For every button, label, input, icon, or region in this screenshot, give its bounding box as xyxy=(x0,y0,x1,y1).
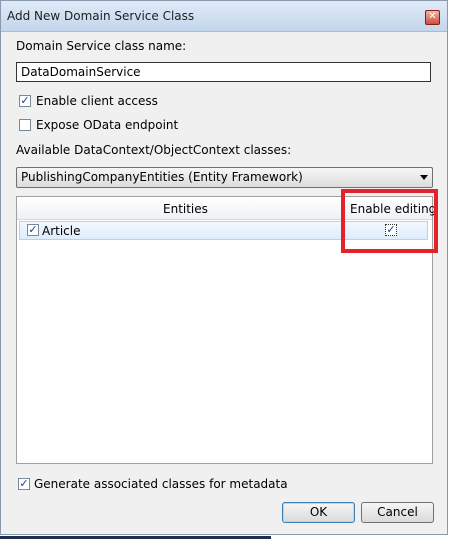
add-domain-service-dialog: Add New Domain Service Class ✕ Domain Se… xyxy=(0,0,448,535)
window-title: Add New Domain Service Class xyxy=(7,9,195,23)
close-icon[interactable]: ✕ xyxy=(425,10,440,25)
chevron-down-icon[interactable] xyxy=(420,175,428,180)
class-name-label: Domain Service class name: xyxy=(16,39,187,53)
enable-client-access-label: Enable client access xyxy=(36,94,158,108)
highlight-annotation xyxy=(341,189,438,253)
entity-include-checkbox[interactable]: ✓ xyxy=(27,224,39,236)
background-window-edge xyxy=(0,536,271,539)
enable-client-access-checkbox[interactable]: ✓ xyxy=(19,95,31,107)
generate-metadata-label: Generate associated classes for metadata xyxy=(34,477,288,491)
entity-name: Article xyxy=(42,224,81,238)
context-class-dropdown[interactable]: PublishingCompanyEntities (Entity Framew… xyxy=(16,167,433,188)
expose-odata-label: Expose OData endpoint xyxy=(36,118,179,132)
class-name-input[interactable]: DataDomainService xyxy=(16,62,431,82)
available-classes-label: Available DataContext/ObjectContext clas… xyxy=(16,143,292,157)
generate-metadata-checkbox[interactable]: ✓ xyxy=(18,478,30,490)
title-bar[interactable]: Add New Domain Service Class ✕ xyxy=(1,1,447,32)
ok-button[interactable]: OK xyxy=(282,502,355,523)
cancel-button[interactable]: Cancel xyxy=(361,502,434,523)
expose-odata-checkbox[interactable] xyxy=(19,119,31,131)
context-class-selected: PublishingCompanyEntities (Entity Framew… xyxy=(21,170,303,184)
column-header-entities[interactable]: Entities xyxy=(163,202,208,216)
